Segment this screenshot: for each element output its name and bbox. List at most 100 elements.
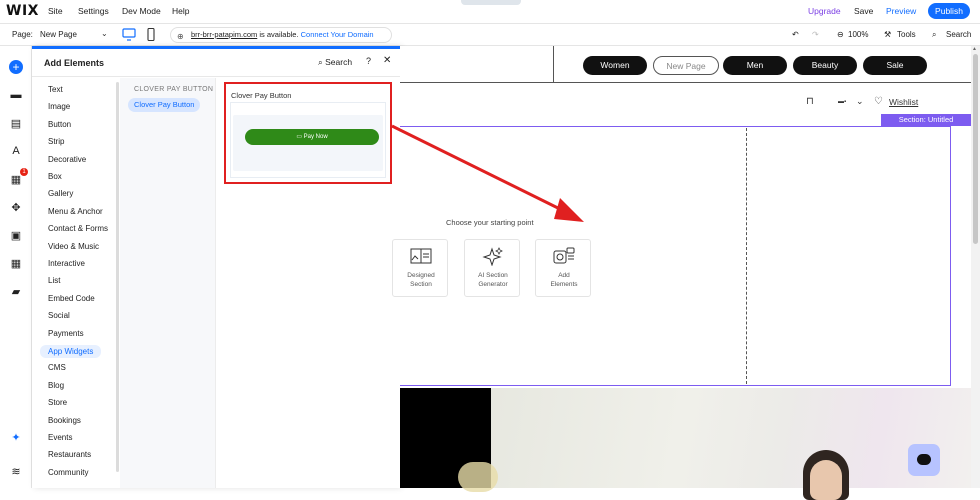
category-menu-anchor[interactable]: Menu & Anchor (44, 206, 107, 218)
nav-beauty[interactable]: Beauty (793, 56, 857, 75)
element-preview-column: Clover Pay Button ▭ Pay Now (216, 78, 400, 488)
category-contact-forms[interactable]: Contact & Forms (44, 223, 112, 235)
category-scrollbar[interactable] (116, 82, 119, 472)
preview-button[interactable]: Preview (886, 6, 916, 16)
bag-icon[interactable]: ⊓ (806, 96, 814, 107)
tools-button[interactable]: Tools (897, 30, 916, 39)
media-icon[interactable]: ▣ (9, 228, 23, 242)
category-list[interactable]: List (44, 275, 64, 287)
category-strip[interactable]: Strip (44, 136, 68, 148)
add-elements-icon (553, 247, 575, 264)
category-blog[interactable]: Blog (44, 380, 68, 392)
pay-now-label: Pay Now (303, 134, 328, 140)
section-tag[interactable]: Section: Untitled (881, 114, 971, 126)
clover-pay-button-card[interactable]: Clover Pay Button ▭ Pay Now (224, 82, 392, 184)
sections-icon[interactable]: ▬ (9, 88, 23, 102)
category-community[interactable]: Community (44, 467, 92, 479)
category-decorative[interactable]: Decorative (44, 154, 90, 166)
menu-settings[interactable]: Settings (78, 6, 109, 16)
domain-bar[interactable]: ⊕ brr-brr-patapim.com is available. Conn… (170, 27, 392, 43)
top-notch (461, 0, 521, 5)
mobile-icon[interactable] (144, 28, 158, 41)
hero-image[interactable] (491, 388, 971, 488)
category-video-music[interactable]: Video & Music (44, 241, 103, 253)
card-inner: ▭ Pay Now (230, 102, 386, 178)
page-selector[interactable]: New Page (40, 30, 77, 39)
card-preview[interactable]: ▭ Pay Now (233, 115, 383, 171)
nav-sale[interactable]: Sale (863, 56, 927, 75)
wishlist-link[interactable]: Wishlist (889, 97, 918, 107)
heart-icon[interactable]: ♡ (874, 96, 883, 107)
category-events[interactable]: Events (44, 432, 76, 444)
layers-icon[interactable]: ≋ (9, 464, 23, 478)
save-button[interactable]: Save (854, 6, 873, 16)
redo-icon[interactable]: ↷ (812, 30, 819, 39)
cms-icon[interactable]: ▦ (9, 256, 23, 270)
category-payments[interactable]: Payments (44, 328, 88, 340)
category-interactive[interactable]: Interactive (44, 258, 89, 270)
chevron-down-icon[interactable]: ⌄ (856, 96, 864, 107)
portfolio-icon[interactable]: ▰ (9, 284, 23, 298)
connect-domain-link[interactable]: Connect Your Domain (301, 30, 374, 39)
nav-new-page[interactable]: New Page (653, 56, 719, 75)
grid-guide (746, 128, 747, 384)
scrollbar-thumb[interactable] (973, 54, 978, 244)
zoom-icon[interactable]: ⊖ (837, 30, 844, 39)
left-rail: + ▬ ▤ A ▦ 1 ✥ ▣ ▦ ▰ ✦ ≋ (0, 46, 32, 488)
designed-section-icon (410, 248, 432, 264)
panel-title: Add Elements (44, 58, 105, 68)
panel-search-button[interactable]: ⌕ Search (318, 57, 352, 68)
add-elements-icon[interactable]: + (9, 60, 23, 74)
nav-women[interactable]: Women (583, 56, 647, 75)
menu-site[interactable]: Site (48, 6, 63, 16)
pay-now-button[interactable]: ▭ Pay Now (245, 129, 379, 145)
category-restaurants[interactable]: Restaurants (44, 449, 95, 461)
business-icon[interactable]: ✥ (9, 200, 23, 214)
category-social[interactable]: Social (44, 310, 74, 322)
publish-button[interactable]: Publish (928, 3, 970, 19)
ai-icon[interactable]: ✦ (9, 430, 23, 444)
add-elements-option[interactable]: Add Elements (535, 239, 591, 297)
category-text[interactable]: Text (44, 84, 67, 96)
wix-logo: WIX (6, 3, 39, 19)
category-button[interactable]: Button (44, 119, 75, 131)
designed-section-option[interactable]: Designed Section (392, 239, 448, 297)
category-bookings[interactable]: Bookings (44, 415, 85, 427)
design-icon[interactable]: A (9, 144, 23, 158)
category-image[interactable]: Image (44, 101, 74, 113)
close-icon[interactable]: ✕ (383, 55, 391, 66)
flag-icon[interactable]: ▬▪ (838, 99, 846, 105)
category-app-widgets[interactable]: App Widgets (40, 345, 102, 358)
panel-search-label: Search (325, 57, 353, 67)
chevron-down-icon[interactable]: ⌄ (101, 29, 108, 38)
nav-men[interactable]: Men (723, 56, 787, 75)
pages-icon[interactable]: ▤ (9, 116, 23, 130)
canvas-scrollbar[interactable]: ▲ (971, 46, 980, 488)
subcategory-clover-pay-button[interactable]: Clover Pay Button (128, 98, 201, 112)
search-icon[interactable]: ⌕ (932, 30, 936, 40)
menu-help[interactable]: Help (172, 6, 189, 16)
help-icon[interactable]: ? (366, 56, 371, 66)
search-button[interactable]: Search (946, 30, 971, 39)
category-store[interactable]: Store (44, 397, 71, 409)
tools-icon[interactable]: ⚒ (884, 30, 891, 39)
domain-name[interactable]: brr-brr-patapim.com (191, 30, 257, 39)
category-box[interactable]: Box (44, 171, 66, 183)
scroll-up-icon[interactable]: ▲ (972, 46, 977, 52)
zoom-level[interactable]: 100% (848, 30, 868, 39)
panel-accent (32, 46, 400, 49)
card-title: Clover Pay Button (231, 91, 292, 100)
header-divider (553, 46, 554, 83)
category-cms[interactable]: CMS (44, 362, 70, 374)
editor-toolbar: Page: New Page ⌄ ⊕ brr-brr-patapim.com i… (0, 24, 980, 46)
category-gallery[interactable]: Gallery (44, 188, 77, 200)
editor-canvas: Women New Page Men Beauty Sale ⊓ ▬▪ ⌄ ♡ … (392, 46, 971, 500)
add-elements-panel: Add Elements ⌕ Search ? ✕ Text Image Butto… (32, 46, 400, 488)
ai-section-generator-option[interactable]: AI Section Generator (464, 239, 520, 297)
category-embed-code[interactable]: Embed Code (44, 293, 99, 305)
menu-dev-mode[interactable]: Dev Mode (122, 6, 161, 16)
upgrade-link[interactable]: Upgrade (808, 6, 841, 16)
desktop-icon[interactable] (122, 28, 136, 41)
chat-button[interactable] (908, 444, 940, 476)
undo-icon[interactable]: ↶ (792, 30, 799, 39)
